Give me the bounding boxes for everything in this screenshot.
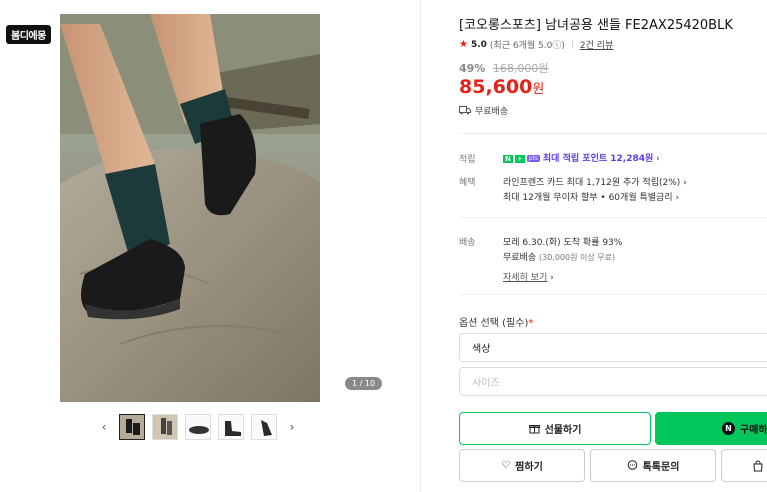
thumbnail-image [153, 415, 177, 439]
thumbnail-strip: ‹ › [96, 414, 300, 440]
review-count-link[interactable]: 2건 리뷰 [580, 38, 613, 51]
thumbnail-4[interactable] [218, 414, 244, 440]
product-title: [코오롱스포츠] 남녀공용 샌들 FE2AX25420BLK [459, 18, 733, 33]
truck-icon [459, 106, 471, 115]
section-divider [459, 294, 767, 295]
chevron-left-icon[interactable]: ‹ [96, 420, 112, 434]
chevron-right-icon: › [656, 154, 660, 164]
panel-divider [420, 0, 421, 492]
hiking-sandal-photo [60, 14, 320, 402]
buy-button[interactable]: N 구매하기 [655, 412, 767, 445]
heart-icon: ♡ [501, 460, 511, 471]
discount-row: 49% 168,000원 [459, 60, 548, 76]
inquiry-label: 톡톡문의 [642, 462, 680, 473]
section-divider [459, 217, 767, 218]
naverpay-n-icon: N [722, 422, 735, 435]
perks-label: 혜택 [459, 178, 476, 188]
thumbnail-3[interactable] [185, 414, 211, 440]
rating-row: ★ 5.0 (최근 6개월 5.0ⓘ) | 2건 리뷰 [459, 38, 613, 51]
chevron-right-icon: › [550, 273, 554, 283]
npay-badge: N + pts [503, 154, 541, 163]
thumbnail-1[interactable] [119, 414, 145, 440]
points-value[interactable]: N + pts 최대 적립 포인트 12,284원 › [503, 151, 660, 164]
delivery-eta: 모레 6.30.(화) 도착 확률 93% [503, 238, 623, 248]
shipping-row: 무료배송 [459, 104, 508, 117]
chevron-right-icon: › [675, 193, 680, 203]
required-mark: * [528, 318, 534, 329]
perk-card-text: 라인프렌즈 카드 최대 1,712원 추가 적립(2%) [503, 178, 681, 188]
free-shipping-note: (30,000원 이상 무료) [539, 253, 616, 262]
thumbnail-image [120, 415, 144, 439]
gift-label: 선물하기 [544, 425, 582, 436]
perk-installment-text: 최대 12개월 무이자 할부 • 60개월 특별금리 [503, 193, 673, 203]
wish-label: 찜하기 [515, 462, 543, 473]
thumbnail-image [252, 415, 276, 439]
original-price: 168,000원 [492, 62, 549, 75]
thumbnail-2[interactable] [152, 414, 178, 440]
npay-points-logo: pts [526, 155, 541, 162]
image-counter: 1 / 10 [345, 377, 383, 390]
sale-price: 85,600 [459, 76, 533, 98]
chevron-right-icon: › [683, 178, 687, 188]
npay-n-logo: N [503, 154, 513, 163]
inquiry-button[interactable]: 톡톡문의 [590, 449, 716, 482]
perk-line-2[interactable]: 최대 12개월 무이자 할부 • 60개월 특별금리 › [503, 190, 679, 203]
cart-button[interactable] [721, 449, 767, 482]
price-unit: 원 [532, 82, 545, 97]
price-row: 85,600원 [459, 76, 544, 98]
rating-score: 5.0 [470, 39, 487, 50]
perk-line-1[interactable]: 라인프렌즈 카드 최대 1,712원 추가 적립(2%) › [503, 175, 687, 188]
wish-button[interactable]: ♡ 찜하기 [459, 449, 585, 482]
size-select[interactable]: 사이즈 [459, 367, 767, 396]
shopping-bag-icon [753, 460, 763, 471]
product-main-image[interactable] [60, 14, 320, 402]
thumbnail-image [186, 415, 210, 439]
free-shipping-text: 무료배송 [503, 253, 537, 263]
chevron-right-icon[interactable]: › [284, 420, 300, 434]
section-divider [459, 133, 767, 134]
delivery-label: 배송 [459, 238, 476, 248]
thumbnail-5[interactable] [251, 414, 277, 440]
star-icon: ★ [459, 39, 468, 50]
thumbnail-image [219, 415, 243, 439]
points-label: 적립 [459, 155, 476, 165]
max-points-text: 최대 적립 포인트 12,284원 [542, 154, 654, 164]
shipping-text: 무료배송 [475, 107, 509, 117]
npay-plus-logo: + [514, 154, 525, 163]
option-label-text: 옵션 선택 (필수) [459, 318, 529, 329]
store-badge: 봄디에몽 [6, 25, 51, 44]
delivery-details-link[interactable]: 자세히 보기 › [503, 270, 554, 283]
color-select[interactable]: 색상 [459, 333, 767, 362]
divider: | [570, 39, 574, 50]
rating-note: (최근 6개월 5.0ⓘ) [489, 41, 565, 51]
discount-rate: 49% [459, 62, 486, 75]
gift-button[interactable]: 선물하기 [459, 412, 651, 445]
option-label: 옵션 선택 (필수)* [459, 314, 533, 329]
details-link-text: 자세히 보기 [503, 273, 548, 283]
gift-icon [528, 425, 540, 434]
chat-icon [627, 460, 637, 470]
buy-label: 구매하기 [740, 425, 767, 436]
delivery-free: 무료배송 (30,000원 이상 무료) [503, 250, 615, 263]
